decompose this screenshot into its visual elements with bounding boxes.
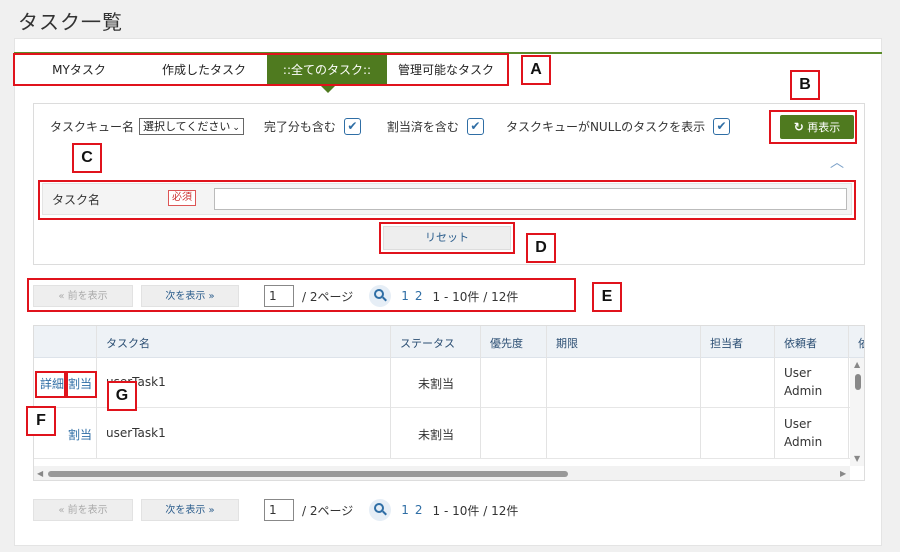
search-icon[interactable] [369,499,392,521]
requester-cell-line2: Admin [784,435,823,449]
include-done-checkbox[interactable]: ✔ [343,118,361,135]
annotation-box-b [769,110,857,144]
include-done-label: 完了分も含む [263,120,336,134]
annotation-label-f: F [26,406,56,436]
task-name-cell: userTask1 [106,426,166,440]
pager-bottom: « 前を表示 次を表示 » 1 / 2ページ 1 2 1 - 10件 / 12件 [33,499,518,521]
annotation-label-g: G [107,381,137,411]
column-divider [848,326,849,458]
scroll-up-icon[interactable]: ▲ [854,360,860,369]
annotation-box-a [13,53,509,86]
table-header: タスク名 ステータス 優先度 期限 担当者 依頼者 依 [34,326,864,358]
vertical-scrollbar[interactable]: ▲ ▼ [850,358,864,466]
page-link-1[interactable]: 1 [401,503,409,517]
status-cell: 未割当 [418,377,455,391]
col-assignee[interactable]: 担当者 [710,335,743,351]
collapse-icon[interactable]: ︿ [830,152,844,172]
horizontal-scrollbar[interactable]: ◀ ▶ [34,466,850,480]
col-task-name[interactable]: タスク名 [106,335,150,351]
page-link-2[interactable]: 2 [415,503,423,517]
annotation-box-task-name [38,180,856,220]
filter-row: タスクキュー名 選択してください ⌄ 完了分も含む ✔ 割当済を含む ✔ タスクキ… [50,118,731,135]
scroll-right-icon[interactable]: ▶ [840,469,846,478]
annotation-label-d: D [526,233,556,263]
col-requester[interactable]: 依頼者 [784,335,817,351]
page-title: タスク一覧 [18,10,123,34]
chevron-down-icon: ⌄ [232,123,240,133]
horizontal-scroll-thumb[interactable] [48,471,568,477]
annotation-label-a: A [521,55,551,85]
task-table: タスク名 ステータス 優先度 期限 担当者 依頼者 依 詳細 割当 userTa… [33,325,865,481]
requester-cell-line1: User [784,366,812,380]
next-page-button[interactable]: 次を表示 » [141,499,239,521]
annotation-label-b: B [790,70,820,100]
table-row: 詳細 割当 userTask1 未割当 User Admin [34,358,864,408]
show-null-queue-label: タスクキューがNULLのタスクを表示 [505,120,706,134]
col-status[interactable]: ステータス [400,335,455,351]
assign-link[interactable]: 割当 [68,426,92,443]
queue-label: タスクキュー名 [50,120,135,134]
column-divider [480,326,481,458]
status-cell: 未割当 [418,428,455,442]
total-pages: / 2ページ [302,503,354,518]
include-assigned-checkbox[interactable]: ✔ [466,118,484,135]
col-truncated: 依 [858,335,864,351]
annotation-box-f [35,371,66,398]
column-divider [774,326,775,458]
col-priority[interactable]: 優先度 [490,335,523,351]
vertical-scroll-thumb[interactable] [855,374,861,390]
page-number-input[interactable]: 1 [264,499,294,521]
include-assigned-label: 割当済を含む [386,120,459,134]
requester-cell-line2: Admin [784,384,823,398]
active-tab-pointer [320,85,336,93]
column-divider [390,326,391,458]
scroll-down-icon[interactable]: ▼ [854,454,860,463]
show-null-queue-checkbox[interactable]: ✔ [713,118,731,135]
column-divider [546,326,547,458]
annotation-label-e: E [592,282,622,312]
queue-select[interactable]: 選択してください ⌄ [139,118,244,135]
col-deadline[interactable]: 期限 [556,335,578,351]
prev-page-button[interactable]: « 前を表示 [33,499,133,521]
queue-select-value: 選択してください [143,120,231,133]
annotation-box-g [66,371,97,398]
annotation-box-d [379,222,515,254]
requester-cell-line1: User [784,417,812,431]
result-range: 1 - 10件 / 12件 [432,503,519,518]
table-row: 割当 userTask1 未割当 User Admin [34,409,864,459]
scroll-left-icon[interactable]: ◀ [37,469,43,478]
annotation-box-e [27,278,576,312]
column-divider [700,326,701,458]
annotation-label-c: C [72,143,102,173]
